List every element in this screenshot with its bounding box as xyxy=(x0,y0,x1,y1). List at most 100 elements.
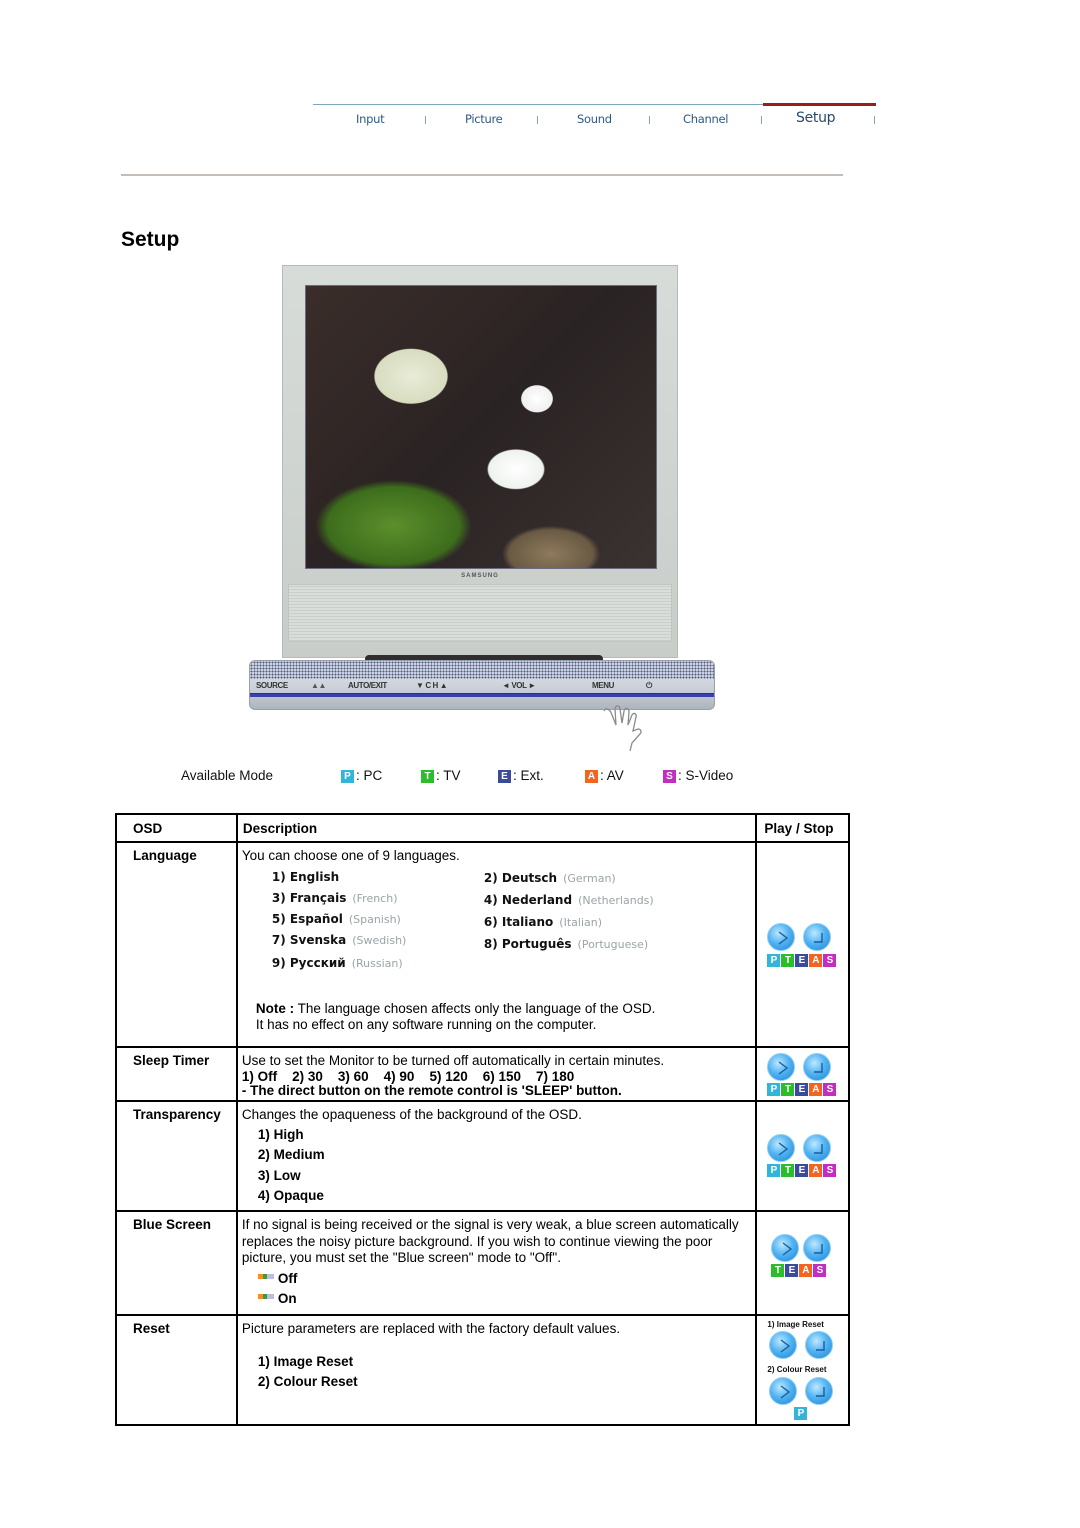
osd-name: Language xyxy=(115,841,238,1048)
stop-button-icon[interactable] xyxy=(803,1234,832,1262)
pc-mode-badge-icon: P xyxy=(794,1407,808,1420)
page-title: Setup xyxy=(121,228,180,251)
nav-separator xyxy=(537,116,538,124)
play-stop-cell: TEAS xyxy=(755,1210,850,1316)
top-nav: Input Picture Sound Channel Setup xyxy=(313,103,876,134)
pc-mode-badge-icon: P xyxy=(767,1164,781,1177)
ext-mode-badge-icon: E xyxy=(795,1083,809,1096)
panel-button-strip xyxy=(250,693,714,697)
svideo-mode-badge-icon: S xyxy=(823,954,837,967)
nav-tab-setup[interactable]: Setup xyxy=(796,110,836,126)
mode-pc-label: : PC xyxy=(356,768,383,783)
option-item: Off xyxy=(242,1269,752,1289)
description-text: If no signal is being received or the si… xyxy=(241,1217,739,1265)
description-cell: You can choose one of 9 languages. 1) En… xyxy=(235,841,758,1048)
mode-badges-pteas: PTEAS xyxy=(767,1083,837,1096)
play-button-icon[interactable] xyxy=(769,1377,798,1405)
power-icon: ⏻ xyxy=(646,681,652,690)
svideo-mode-badge-icon: S xyxy=(823,1164,837,1177)
monitor-illustration: SAMSUNG xyxy=(282,265,678,658)
available-mode-label: Available Mode xyxy=(181,768,274,783)
panel-pip-icon: ▲▲ xyxy=(311,681,327,690)
panel-auto-label: AUTO/EXIT xyxy=(348,681,387,690)
header-play-stop: Play / Stop xyxy=(755,813,850,843)
mode-av: A: AV xyxy=(585,768,624,783)
pointing-hand-icon xyxy=(603,705,642,751)
note-text: The language chosen affects only the lan… xyxy=(294,1000,656,1016)
language-item: 1) English xyxy=(271,869,340,884)
nav-tab-input[interactable]: Input xyxy=(356,112,385,126)
description-cell: Picture parameters are replaced with the… xyxy=(235,1314,758,1426)
osd-table: OSD Description Play / Stop Language You… xyxy=(115,813,850,1426)
stop-button-icon[interactable] xyxy=(805,1377,834,1405)
mode-svideo-label: : S-Video xyxy=(678,768,734,783)
play-stop-cell: PTEAS xyxy=(755,1046,850,1102)
header-osd: OSD xyxy=(115,813,238,843)
language-item: 9) Русский (Russian) xyxy=(271,955,403,970)
mode-pc: P: PC xyxy=(341,768,382,783)
table-row-transparency: Transparency Changes the opaqueness of t… xyxy=(115,1100,850,1212)
play-stop-cell: PTEAS xyxy=(755,1100,850,1212)
language-item: 4) Nederland (Netherlands) xyxy=(483,892,654,907)
av-mode-badge-icon: A xyxy=(799,1264,813,1277)
description-text: You can choose one of 9 languages. xyxy=(241,848,460,863)
description-cell: If no signal is being received or the si… xyxy=(235,1210,758,1316)
table-row-sleep-timer: Sleep Timer Use to set the Monitor to be… xyxy=(115,1046,850,1102)
panel-vol-label: ◄ VOL ► xyxy=(502,681,536,690)
play-stop-cell: 1) Image Reset 2) Colour Reset P xyxy=(755,1314,850,1426)
play-button-icon[interactable] xyxy=(769,1331,798,1359)
table-row-blue-screen: Blue Screen If no signal is being receiv… xyxy=(115,1210,850,1316)
header-description: Description xyxy=(235,813,758,843)
play-button-icon[interactable] xyxy=(767,1134,796,1162)
table-row-language: Language You can choose one of 9 languag… xyxy=(115,841,850,1048)
nav-tab-picture[interactable]: Picture xyxy=(465,112,503,126)
transparency-options: 1) High 2) Medium 3) Low 4) Opaque xyxy=(242,1125,752,1207)
nav-active-indicator xyxy=(763,103,876,106)
option-item: 2) Medium xyxy=(257,1147,325,1162)
mode-tv: T: TV xyxy=(421,768,461,783)
option-item: 3) Low xyxy=(257,1167,301,1183)
stop-button-icon[interactable] xyxy=(803,1134,832,1162)
play-button-icon[interactable] xyxy=(767,1053,796,1081)
pc-mode-badge-icon: P xyxy=(341,770,354,783)
nav-tab-channel[interactable]: Channel xyxy=(683,112,728,126)
description-text: Changes the opaqueness of the background… xyxy=(241,1107,582,1122)
tv-mode-badge-icon: T xyxy=(781,1164,795,1177)
panel-grill xyxy=(250,661,714,679)
panel-source-label: SOURCE xyxy=(256,681,288,690)
sleep-remote-note: - The direct button on the remote contro… xyxy=(241,1082,622,1098)
ext-mode-badge-icon: E xyxy=(795,1164,809,1177)
language-list: 1) English 2) Deutsch (German) 3) Françai… xyxy=(242,869,752,1001)
osd-name: Blue Screen xyxy=(115,1210,238,1316)
stop-button-icon[interactable] xyxy=(803,923,832,951)
svideo-mode-badge-icon: S xyxy=(823,1083,837,1096)
nav-separator xyxy=(761,116,762,124)
osd-name: Transparency xyxy=(115,1100,238,1212)
option-item: 1) Image Reset xyxy=(257,1353,354,1369)
nav-tab-sound[interactable]: Sound xyxy=(577,112,612,126)
language-item: 5) Español (Spanish) xyxy=(271,911,401,926)
option-item: 4) Opaque xyxy=(257,1188,324,1203)
description-text: Use to set the Monitor to be turned off … xyxy=(241,1053,665,1068)
tv-mode-badge-icon: T xyxy=(771,1264,785,1277)
stop-button-icon[interactable] xyxy=(805,1331,834,1359)
ext-mode-badge-icon: E xyxy=(498,770,511,783)
language-item: 6) Italiano (Italian) xyxy=(483,914,603,929)
mode-badges-pteas: PTEAS xyxy=(767,954,837,967)
option-item: 2) Colour Reset xyxy=(257,1374,358,1389)
panel-menu-label: MENU xyxy=(592,681,614,690)
note-label: Note : xyxy=(255,1000,295,1016)
av-mode-badge-icon: A xyxy=(809,1083,823,1096)
stop-button-icon[interactable] xyxy=(803,1053,832,1081)
tv-mode-badge-icon: T xyxy=(421,770,434,783)
play-button-icon[interactable] xyxy=(767,923,796,951)
av-mode-badge-icon: A xyxy=(809,954,823,967)
play-button-icon[interactable] xyxy=(771,1234,800,1262)
description-cell: Use to set the Monitor to be turned off … xyxy=(235,1046,758,1102)
control-panel: SOURCE ▲▲ AUTO/EXIT ▼ C H ▲ ◄ VOL ► MENU… xyxy=(249,660,715,710)
colour-reset-label: 2) Colour Reset xyxy=(767,1365,827,1374)
mode-badges-teas: TEAS xyxy=(771,1264,827,1277)
speaker-grill xyxy=(288,584,672,642)
ext-mode-badge-icon: E xyxy=(785,1264,799,1277)
nav-separator xyxy=(874,116,875,124)
